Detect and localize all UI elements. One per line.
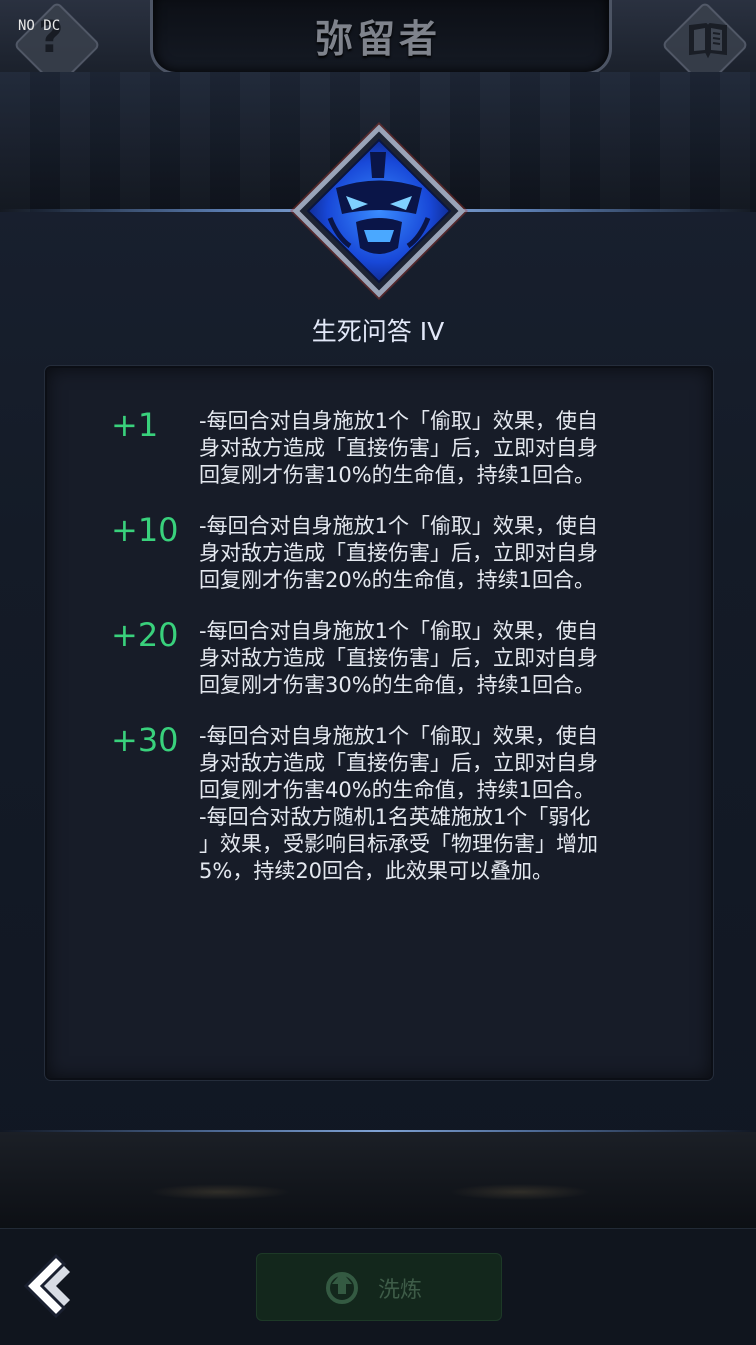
description-line: 身对敌方造成「直接伤害」后，立即对自身: [199, 646, 598, 670]
description-line: 身对敌方造成「直接伤害」后，立即对自身: [199, 436, 598, 460]
tier-description: -每回合对自身施放1个「偷取」效果，使自 身对敌方造成「直接伤害」后，立即对自身…: [199, 513, 649, 594]
tier-description: -每回合对自身施放1个「偷取」效果，使自 身对敌方造成「直接伤害」后，立即对自身…: [199, 723, 649, 885]
description-line: 回复刚才伤害30%的生命值，持续1回合。: [199, 673, 596, 697]
description-line: 5%，持续20回合，此效果可以叠加。: [199, 859, 554, 883]
description-line: -每回合对敌方随机1名英雄施放1个「弱化: [199, 805, 591, 829]
skill-description-panel: +1 -每回合对自身施放1个「偷取」效果，使自 身对敌方造成「直接伤害」后，立即…: [45, 366, 713, 1080]
skill-detail-screen: 弥留者 ? NO DC 物语 生死问答 IV: [0, 0, 756, 1345]
tier-level: +20: [111, 616, 179, 654]
tier-level: +10: [111, 511, 179, 549]
upload-icon[interactable]: [324, 1268, 360, 1304]
demon-face-icon: [290, 122, 468, 300]
page-title: 弥留者: [314, 17, 441, 61]
tier-level: +30: [111, 721, 179, 759]
description-line: 」效果，受影响目标承受「物理伤害」增加: [199, 832, 598, 856]
reset-button-label[interactable]: 洗炼: [378, 1272, 422, 1304]
skill-name: 生死问答 IV: [311, 317, 445, 346]
description-line: 身对敌方造成「直接伤害」后，立即对自身: [199, 541, 598, 565]
book-icon[interactable]: [686, 20, 730, 60]
footer-background: [0, 1132, 756, 1230]
description-line: -每回合对自身施放1个「偷取」效果，使自: [199, 619, 598, 643]
tier-level: +1: [111, 406, 159, 444]
description-line: 回复刚才伤害20%的生命值，持续1回合。: [199, 568, 596, 592]
back-arrow-icon[interactable]: [20, 1252, 74, 1320]
tier-description: -每回合对自身施放1个「偷取」效果，使自 身对敌方造成「直接伤害」后，立即对自身…: [199, 618, 649, 699]
tier-description: -每回合对自身施放1个「偷取」效果，使自 身对敌方造成「直接伤害」后，立即对自身…: [199, 408, 649, 489]
description-line: 回复刚才伤害40%的生命值，持续1回合。: [199, 778, 596, 802]
description-line: -每回合对自身施放1个「偷取」效果，使自: [199, 409, 598, 433]
description-line: -每回合对自身施放1个「偷取」效果，使自: [199, 514, 598, 538]
description-line: 回复刚才伤害10%的生命值，持续1回合。: [199, 463, 596, 487]
debug-label: NO DC: [18, 18, 61, 34]
description-line: 身对敌方造成「直接伤害」后，立即对自身: [199, 751, 598, 775]
description-line: -每回合对自身施放1个「偷取」效果，使自: [199, 724, 598, 748]
